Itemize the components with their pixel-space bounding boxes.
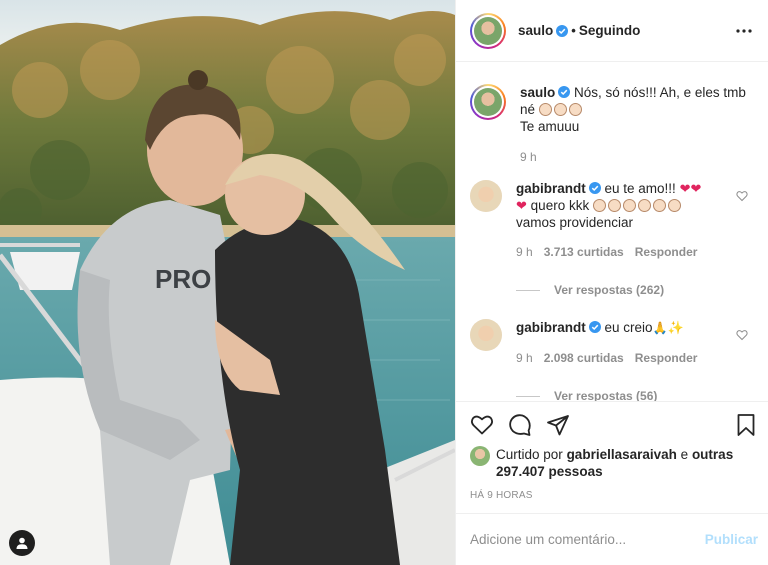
liker-avatar[interactable] [470, 446, 490, 466]
likes-summary: Curtido por gabriellasaraivah e outras 2… [470, 446, 758, 480]
send-icon[interactable] [546, 413, 570, 437]
reply-button[interactable]: Responder [635, 350, 698, 367]
post-timestamp[interactable]: HÁ 9 HORAS [470, 490, 758, 501]
author-username[interactable]: saulo [518, 23, 553, 38]
separator-dot: • [571, 23, 576, 38]
more-options-button[interactable] [732, 19, 756, 43]
author-avatar[interactable] [470, 12, 506, 49]
more-icon [736, 28, 752, 33]
verified-icon [556, 24, 569, 37]
liked-by-prefix: Curtido por [496, 447, 563, 462]
view-replies-button[interactable]: Ver respostas (262) [516, 283, 752, 297]
comment-like-heart-icon[interactable] [736, 190, 748, 202]
commenter-avatar[interactable] [470, 319, 502, 351]
add-comment-bar: Publicar [456, 513, 768, 565]
baby-emoji-icon [622, 199, 636, 212]
comment-time[interactable]: 9 h [516, 244, 533, 261]
caption-time[interactable]: 9 h [520, 149, 537, 166]
view-replies-label: Ver respostas (262) [554, 283, 665, 297]
liked-by-user[interactable]: gabriellasaraivah [567, 447, 677, 462]
comment-likes[interactable]: 2.098 curtidas [544, 350, 624, 367]
comment-like-heart-icon[interactable] [736, 329, 748, 341]
view-replies-button[interactable]: Ver respostas (56) [516, 389, 752, 401]
comment-text: vamos providenciar [516, 215, 634, 230]
view-replies-label: Ver respostas (56) [554, 389, 658, 401]
caption-text-line1: Nós, só nós!!! Ah, e eles tmb [574, 85, 746, 100]
comment-text: eu te amo!!! [604, 181, 676, 196]
commenter-username[interactable]: gabibrandt [516, 181, 586, 196]
praying-hands-emoji-icon: 🙏 [652, 321, 668, 335]
heart-icon[interactable] [470, 413, 494, 437]
verified-icon [588, 182, 601, 194]
baby-emoji-icon [667, 199, 681, 212]
post-photo[interactable]: PRO [0, 0, 455, 565]
replies-divider [516, 289, 540, 291]
svg-text:PRO: PRO [155, 264, 211, 294]
baby-emoji-icon [538, 103, 552, 116]
instagram-post-modal: PRO saulo • Seguindo saulo Nós, só nós!!… [0, 0, 768, 565]
baby-emoji-icon [568, 103, 582, 116]
commenter-avatar[interactable] [470, 180, 502, 212]
comment: gabibrandt eu te amo!!! ❤❤ ❤ quero kkk v… [470, 180, 752, 261]
post-side-panel: saulo • Seguindo saulo Nós, só nós!!! Ah… [455, 0, 768, 565]
comment-input[interactable] [470, 532, 705, 547]
user-tag-button[interactable] [9, 530, 35, 556]
comments-list: saulo Nós, só nós!!! Ah, e eles tmb né T… [456, 62, 768, 401]
red-heart-emoji-icon: ❤ [690, 181, 702, 196]
replies-divider [516, 395, 540, 397]
user-tag-icon [16, 537, 28, 549]
baby-emoji-icon [652, 199, 666, 212]
liked-by-and: e [680, 447, 689, 462]
comment-text: quero kkk [530, 198, 590, 213]
verified-icon [588, 321, 601, 333]
verified-icon [558, 86, 571, 98]
caption-username[interactable]: saulo [520, 85, 555, 100]
reply-button[interactable]: Responder [635, 244, 698, 261]
red-heart-emoji-icon: ❤ [516, 198, 527, 213]
baby-emoji-icon [607, 199, 621, 212]
commenter-username[interactable]: gabibrandt [516, 320, 586, 335]
baby-emoji-icon [553, 103, 567, 116]
caption: saulo Nós, só nós!!! Ah, e eles tmb né T… [470, 84, 752, 166]
comment-likes[interactable]: 3.713 curtidas [544, 244, 624, 261]
red-heart-emoji-icon: ❤ [679, 181, 691, 196]
post-header: saulo • Seguindo [456, 0, 768, 62]
following-button[interactable]: Seguindo [579, 23, 641, 38]
comment-text: eu creio [604, 320, 653, 335]
sparkles-emoji-icon: ✨ [667, 320, 684, 335]
baby-emoji-icon [637, 199, 651, 212]
caption-text-line2: né [520, 102, 536, 117]
caption-text-line3: Te amuuu [520, 119, 580, 134]
baby-emoji-icon [592, 199, 606, 212]
caption-avatar[interactable] [470, 84, 506, 120]
bookmark-icon[interactable] [734, 413, 758, 437]
action-icons [470, 412, 758, 438]
comment-icon[interactable] [508, 413, 532, 437]
photo-illustration: PRO [0, 0, 455, 565]
post-actions: Curtido por gabriellasaraivah e outras 2… [456, 401, 768, 565]
comment: gabibrandt eu creio🙏✨ 9 h 2.098 curtidas… [470, 319, 752, 367]
publish-button[interactable]: Publicar [705, 532, 758, 547]
comment-time[interactable]: 9 h [516, 350, 533, 367]
